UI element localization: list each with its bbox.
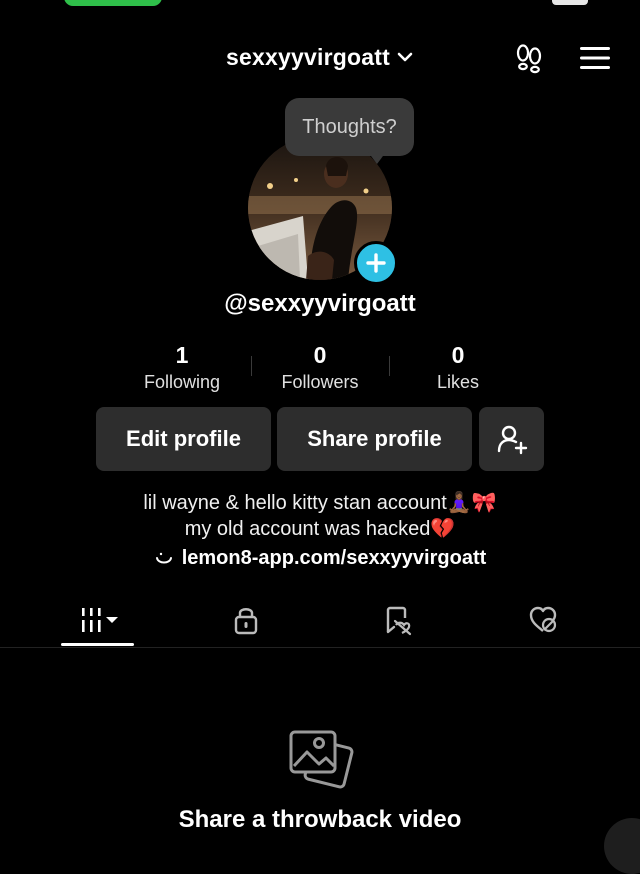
- profile-handle: @sexxyyvirgoatt: [224, 290, 416, 317]
- thoughts-text: Thoughts?: [302, 115, 397, 138]
- tab-divider: [0, 647, 640, 648]
- tab-private[interactable]: [216, 598, 276, 642]
- stat-followers-label: Followers: [281, 372, 359, 392]
- bio-line-2: my old account was hacked💔: [184, 518, 456, 540]
- lemon8-icon: [155, 552, 172, 563]
- stat-followers[interactable]: 0 Followers: [250, 340, 390, 394]
- bio-link[interactable]: lemon8-app.com/sexxyyvirgoatt: [0, 547, 640, 570]
- empty-state-text: Share a throwback video: [178, 806, 462, 833]
- battery-icon: [552, 0, 588, 5]
- stat-likes[interactable]: 0 Likes: [388, 340, 528, 394]
- add-friend-icon: [497, 425, 527, 455]
- bio-link-text: lemon8-app.com/sexxyyvirgoatt: [181, 547, 487, 569]
- add-story-button[interactable]: [354, 241, 398, 285]
- stat-likes-label: Likes: [436, 372, 480, 392]
- share-profile-button[interactable]: Share profile: [277, 407, 472, 471]
- chevron-down-icon: [397, 52, 413, 62]
- bubble-tail: [368, 152, 386, 164]
- stat-followers-value: 0: [313, 342, 327, 368]
- stat-following-value: 1: [175, 342, 189, 368]
- tab-videos[interactable]: [68, 598, 128, 642]
- footsteps-icon[interactable]: [513, 42, 545, 74]
- bio-line-1: lil wayne & hello kitty stan account🧘🏾‍♀…: [143, 492, 497, 514]
- stat-following-label: Following: [143, 372, 221, 392]
- tab-reposts[interactable]: [366, 598, 426, 642]
- add-friend-button[interactable]: [479, 407, 544, 471]
- menu-icon[interactable]: [580, 46, 610, 70]
- lock-icon: [234, 608, 258, 635]
- tab-liked[interactable]: [513, 598, 573, 642]
- call-indicator: [64, 0, 162, 6]
- liked-icon: [529, 606, 557, 633]
- plus-icon: [366, 253, 386, 273]
- repost-icon: [386, 606, 412, 636]
- header-username: sexxyyvirgoatt: [226, 43, 390, 70]
- thoughts-bubble[interactable]: Thoughts?: [285, 98, 414, 156]
- stat-following[interactable]: 1 Following: [112, 340, 252, 394]
- edit-profile-button[interactable]: Edit profile: [96, 407, 271, 471]
- photo-stack-icon: [289, 730, 354, 789]
- grid-icon: [82, 608, 118, 632]
- stat-likes-value: 0: [451, 342, 465, 368]
- tab-active-indicator: [61, 643, 134, 646]
